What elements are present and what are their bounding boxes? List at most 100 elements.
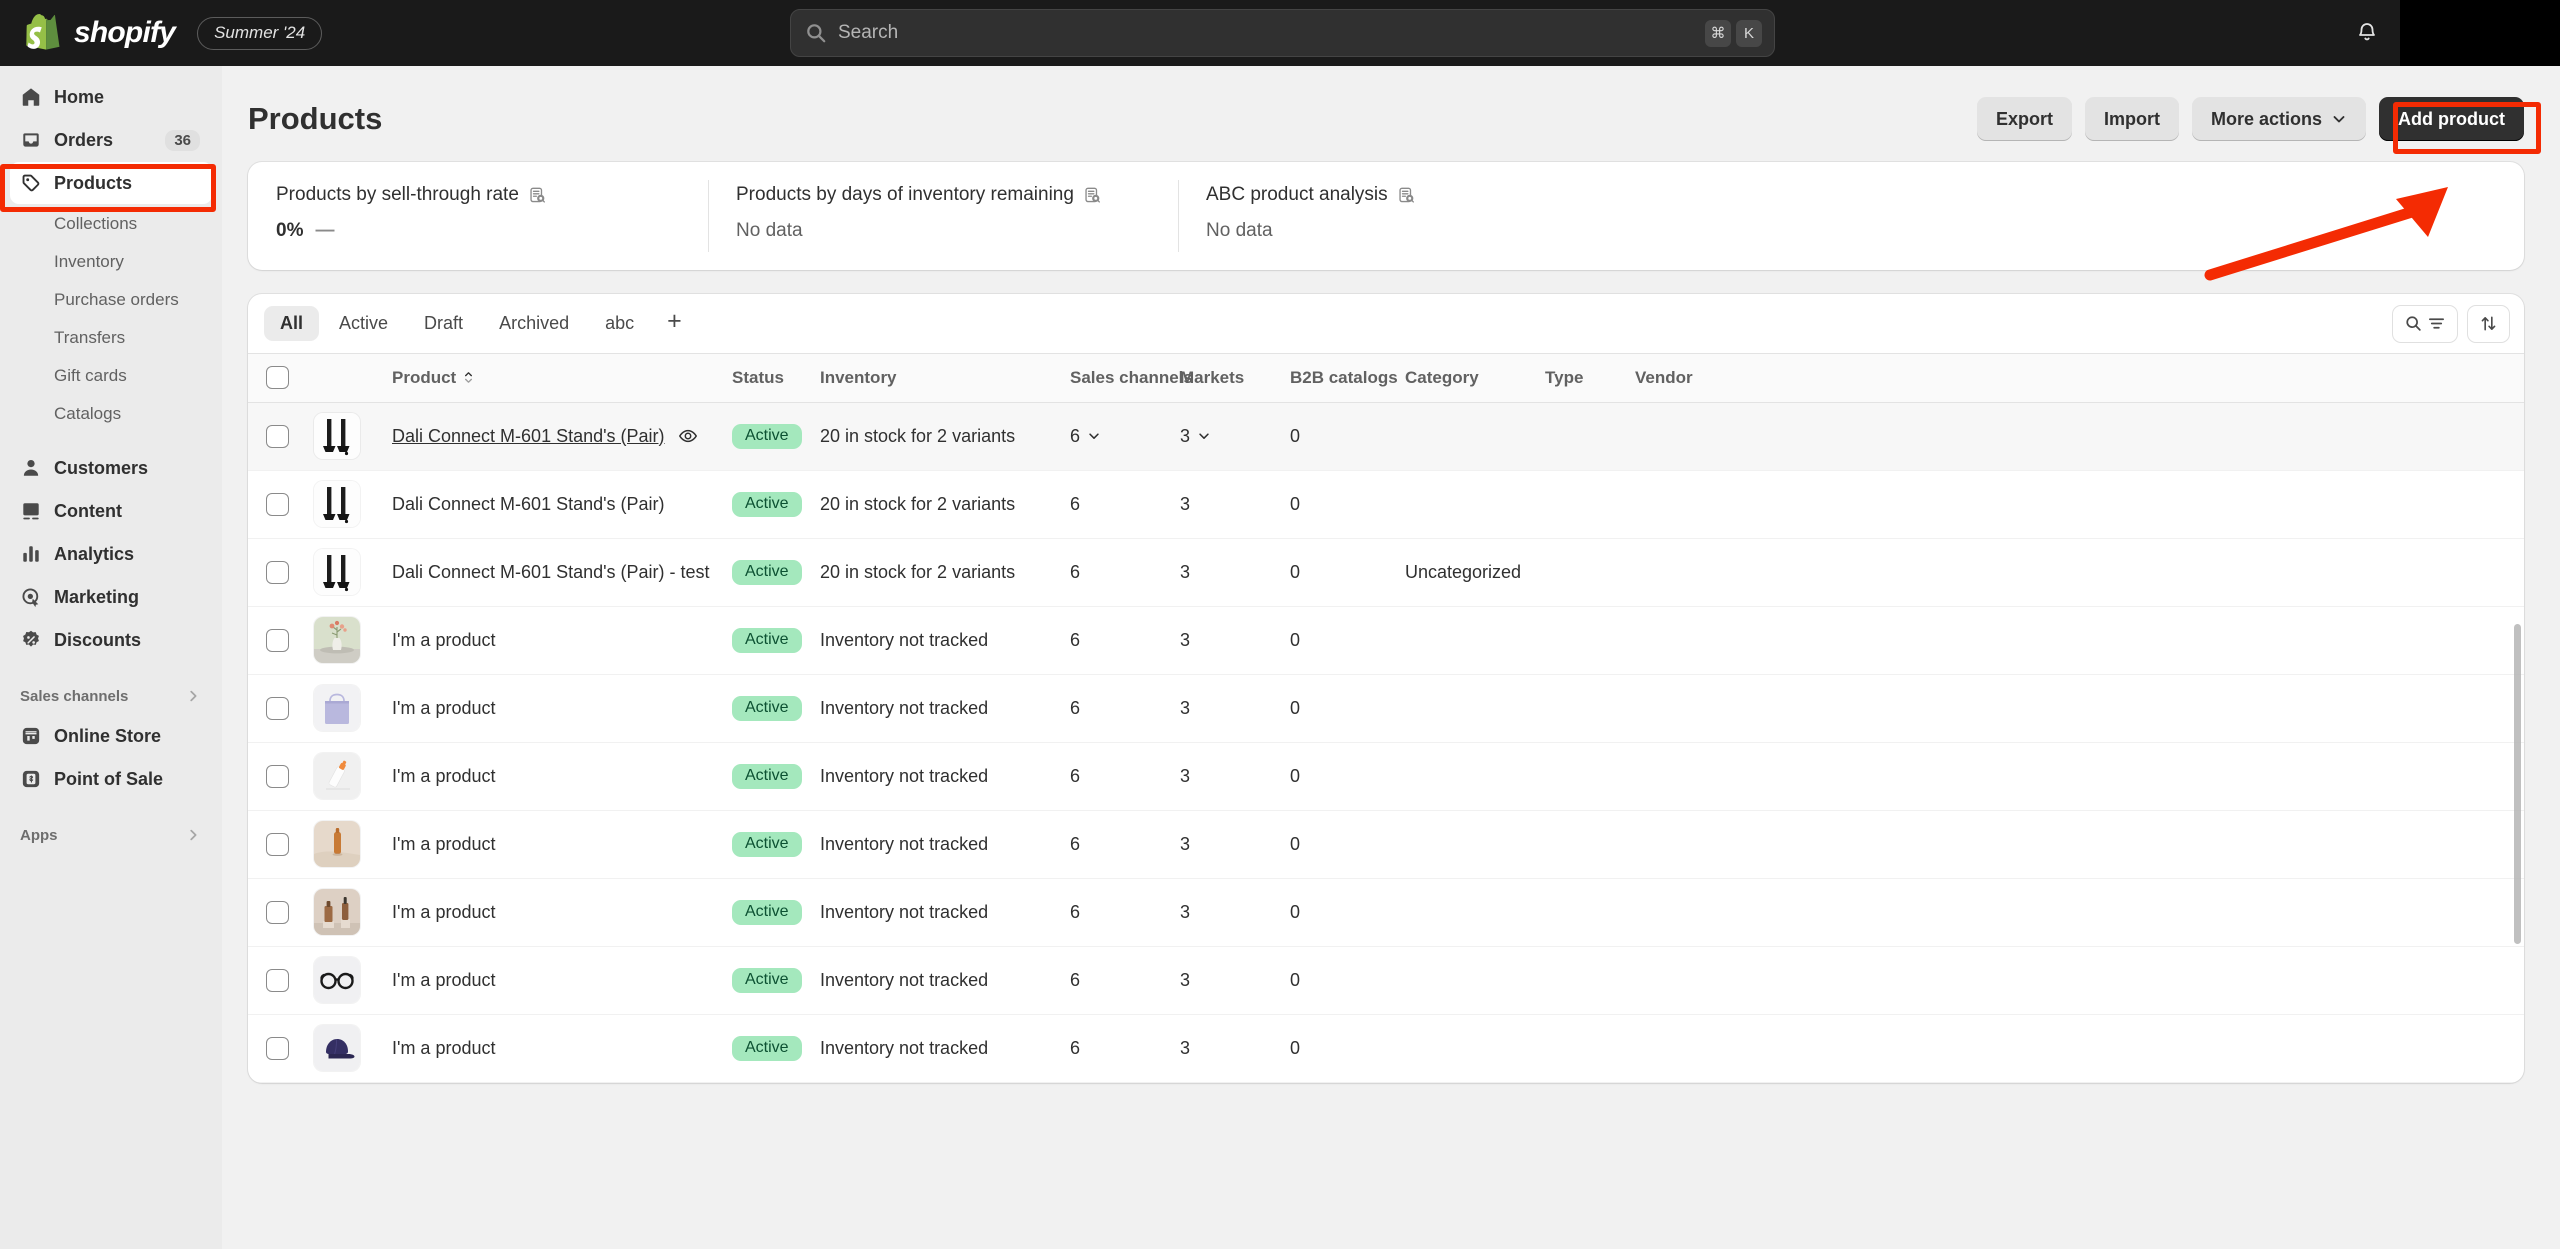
sidebar-item-label: Point of Sale — [54, 769, 163, 790]
row-inventory-cell: Inventory not tracked — [810, 674, 1060, 742]
sidebar-item-products[interactable]: Products — [10, 162, 212, 204]
sidebar-item-analytics[interactable]: Analytics — [10, 533, 212, 575]
table-row[interactable]: I'm a product Active Inventory not track… — [248, 606, 2524, 674]
row-sales-channels-cell: 6 — [1060, 606, 1170, 674]
row-markets-cell[interactable]: 3 — [1170, 402, 1280, 470]
row-checkbox[interactable] — [266, 425, 289, 448]
product-name-link[interactable]: I'm a product — [392, 1038, 495, 1059]
product-name-link[interactable]: I'm a product — [392, 698, 495, 719]
sidebar-item-orders[interactable]: Orders 36 — [10, 119, 212, 161]
product-name-link[interactable]: I'm a product — [392, 766, 495, 787]
products-index-card: All Active Draft Archived abc + — [248, 294, 2524, 1083]
brand-logo-group[interactable]: shopify Summer '24 — [0, 14, 322, 52]
row-checkbox[interactable] — [266, 1037, 289, 1060]
metric-sell-through-rate[interactable]: Products by sell-through rate 0% — — [248, 162, 708, 270]
product-name-link[interactable]: Dali Connect M-601 Stand's (Pair) - test — [392, 562, 710, 583]
table-row[interactable]: Dali Connect M-601 Stand's (Pair) Active… — [248, 470, 2524, 538]
chevron-down-icon[interactable] — [1087, 429, 1101, 443]
sidebar-item-content[interactable]: Content — [10, 490, 212, 532]
sidebar-subitem-transfers[interactable]: Transfers — [10, 319, 212, 357]
export-button[interactable]: Export — [1977, 97, 2072, 141]
sidebar-subitem-catalogs[interactable]: Catalogs — [10, 395, 212, 433]
sidebar-subitem-collections[interactable]: Collections — [10, 205, 212, 243]
row-b2b-catalogs-cell: 0 — [1280, 1014, 1395, 1082]
home-icon — [20, 86, 42, 108]
sidebar-item-label: Online Store — [54, 726, 161, 747]
table-row[interactable]: I'm a product Active Inventory not track… — [248, 810, 2524, 878]
markets-count: 3 — [1180, 698, 1190, 719]
row-product-cell: I'm a product — [382, 606, 722, 674]
sidebar-item-discounts[interactable]: Discounts — [10, 619, 212, 661]
sidebar-item-home[interactable]: Home — [10, 76, 212, 118]
row-markets-cell: 3 — [1170, 742, 1280, 810]
row-product-cell: Dali Connect M-601 Stand's (Pair) - test — [382, 538, 722, 606]
chevron-down-icon — [2331, 111, 2347, 127]
row-checkbox[interactable] — [266, 697, 289, 720]
table-row[interactable]: I'm a product Active Inventory not track… — [248, 878, 2524, 946]
search-input[interactable]: Search ⌘ K — [790, 9, 1775, 57]
row-checkbox[interactable] — [266, 969, 289, 992]
row-checkbox[interactable] — [266, 765, 289, 788]
search-and-filter-button[interactable] — [2392, 305, 2458, 343]
sort-button[interactable] — [2467, 305, 2510, 343]
column-header-markets: Markets — [1170, 354, 1280, 402]
sidebar-section-sales-channels[interactable]: Sales channels — [10, 683, 212, 709]
more-actions-button[interactable]: More actions — [2192, 97, 2366, 141]
sidebar-item-customers[interactable]: Customers — [10, 447, 212, 489]
product-name-link[interactable]: Dali Connect M-601 Stand's (Pair) — [392, 494, 665, 515]
row-checkbox[interactable] — [266, 629, 289, 652]
notifications-button[interactable] — [2340, 11, 2394, 55]
table-row[interactable]: I'm a product Active Inventory not track… — [248, 674, 2524, 742]
row-checkbox[interactable] — [266, 833, 289, 856]
preview-eye-icon[interactable] — [678, 426, 698, 446]
search-placeholder: Search — [838, 22, 898, 44]
import-button[interactable]: Import — [2085, 97, 2179, 141]
sidebar-subitem-purchase-orders[interactable]: Purchase orders — [10, 281, 212, 319]
filter-icon — [2427, 314, 2446, 333]
product-name-link[interactable]: I'm a product — [392, 834, 495, 855]
row-checkbox[interactable] — [266, 561, 289, 584]
table-vertical-scrollbar[interactable] — [2514, 624, 2521, 944]
row-markets-cell: 3 — [1170, 538, 1280, 606]
row-select-cell — [248, 402, 304, 470]
tab-draft[interactable]: Draft — [408, 306, 479, 341]
row-markets-cell: 3 — [1170, 1014, 1280, 1082]
sidebar-item-label: Content — [54, 501, 122, 522]
product-name-link[interactable]: I'm a product — [392, 902, 495, 923]
row-type-cell — [1535, 606, 1625, 674]
tab-active[interactable]: Active — [323, 306, 404, 341]
row-sales-channels-cell[interactable]: 6 — [1060, 402, 1170, 470]
sidebar-subitem-gift-cards[interactable]: Gift cards — [10, 357, 212, 395]
sidebar-item-online-store[interactable]: Online Store — [10, 715, 212, 757]
sidebar-item-label: Analytics — [54, 544, 134, 565]
sidebar-subitem-inventory[interactable]: Inventory — [10, 243, 212, 281]
product-name-link[interactable]: I'm a product — [392, 630, 495, 651]
sidebar-item-marketing[interactable]: Marketing — [10, 576, 212, 618]
metric-abc-product-analysis[interactable]: ABC product analysis No data — [1178, 162, 1508, 270]
row-checkbox[interactable] — [266, 493, 289, 516]
row-checkbox[interactable] — [266, 901, 289, 924]
avatar[interactable] — [2400, 0, 2560, 66]
tab-all[interactable]: All — [264, 306, 319, 341]
sidebar-section-apps[interactable]: Apps — [10, 822, 212, 848]
table-row[interactable]: I'm a product Active Inventory not track… — [248, 946, 2524, 1014]
row-sales-channels-cell: 6 — [1060, 1014, 1170, 1082]
add-view-button[interactable]: + — [654, 307, 695, 340]
chevron-down-icon[interactable] — [1197, 429, 1211, 443]
table-row[interactable]: Dali Connect M-601 Stand's (Pair) - test… — [248, 538, 2524, 606]
product-name-link[interactable]: Dali Connect M-601 Stand's (Pair) — [392, 426, 665, 447]
table-row[interactable]: I'm a product Active Inventory not track… — [248, 742, 2524, 810]
metric-days-inventory-remaining[interactable]: Products by days of inventory remaining … — [708, 162, 1178, 270]
row-status-cell: Active — [722, 1014, 810, 1082]
table-row[interactable]: Dali Connect M-601 Stand's (Pair) Active… — [248, 402, 2524, 470]
metric-value-row: No data — [1206, 220, 1478, 242]
product-name-link[interactable]: I'm a product — [392, 970, 495, 991]
add-product-button[interactable]: Add product — [2379, 97, 2524, 141]
select-all-checkbox[interactable] — [266, 366, 289, 389]
tab-archived[interactable]: Archived — [483, 306, 585, 341]
sidebar-item-point-of-sale[interactable]: Point of Sale — [10, 758, 212, 800]
tab-abc[interactable]: abc — [589, 306, 650, 341]
row-status-cell: Active — [722, 810, 810, 878]
column-header-product[interactable]: Product — [382, 354, 722, 402]
table-row[interactable]: I'm a product Active Inventory not track… — [248, 1014, 2524, 1082]
